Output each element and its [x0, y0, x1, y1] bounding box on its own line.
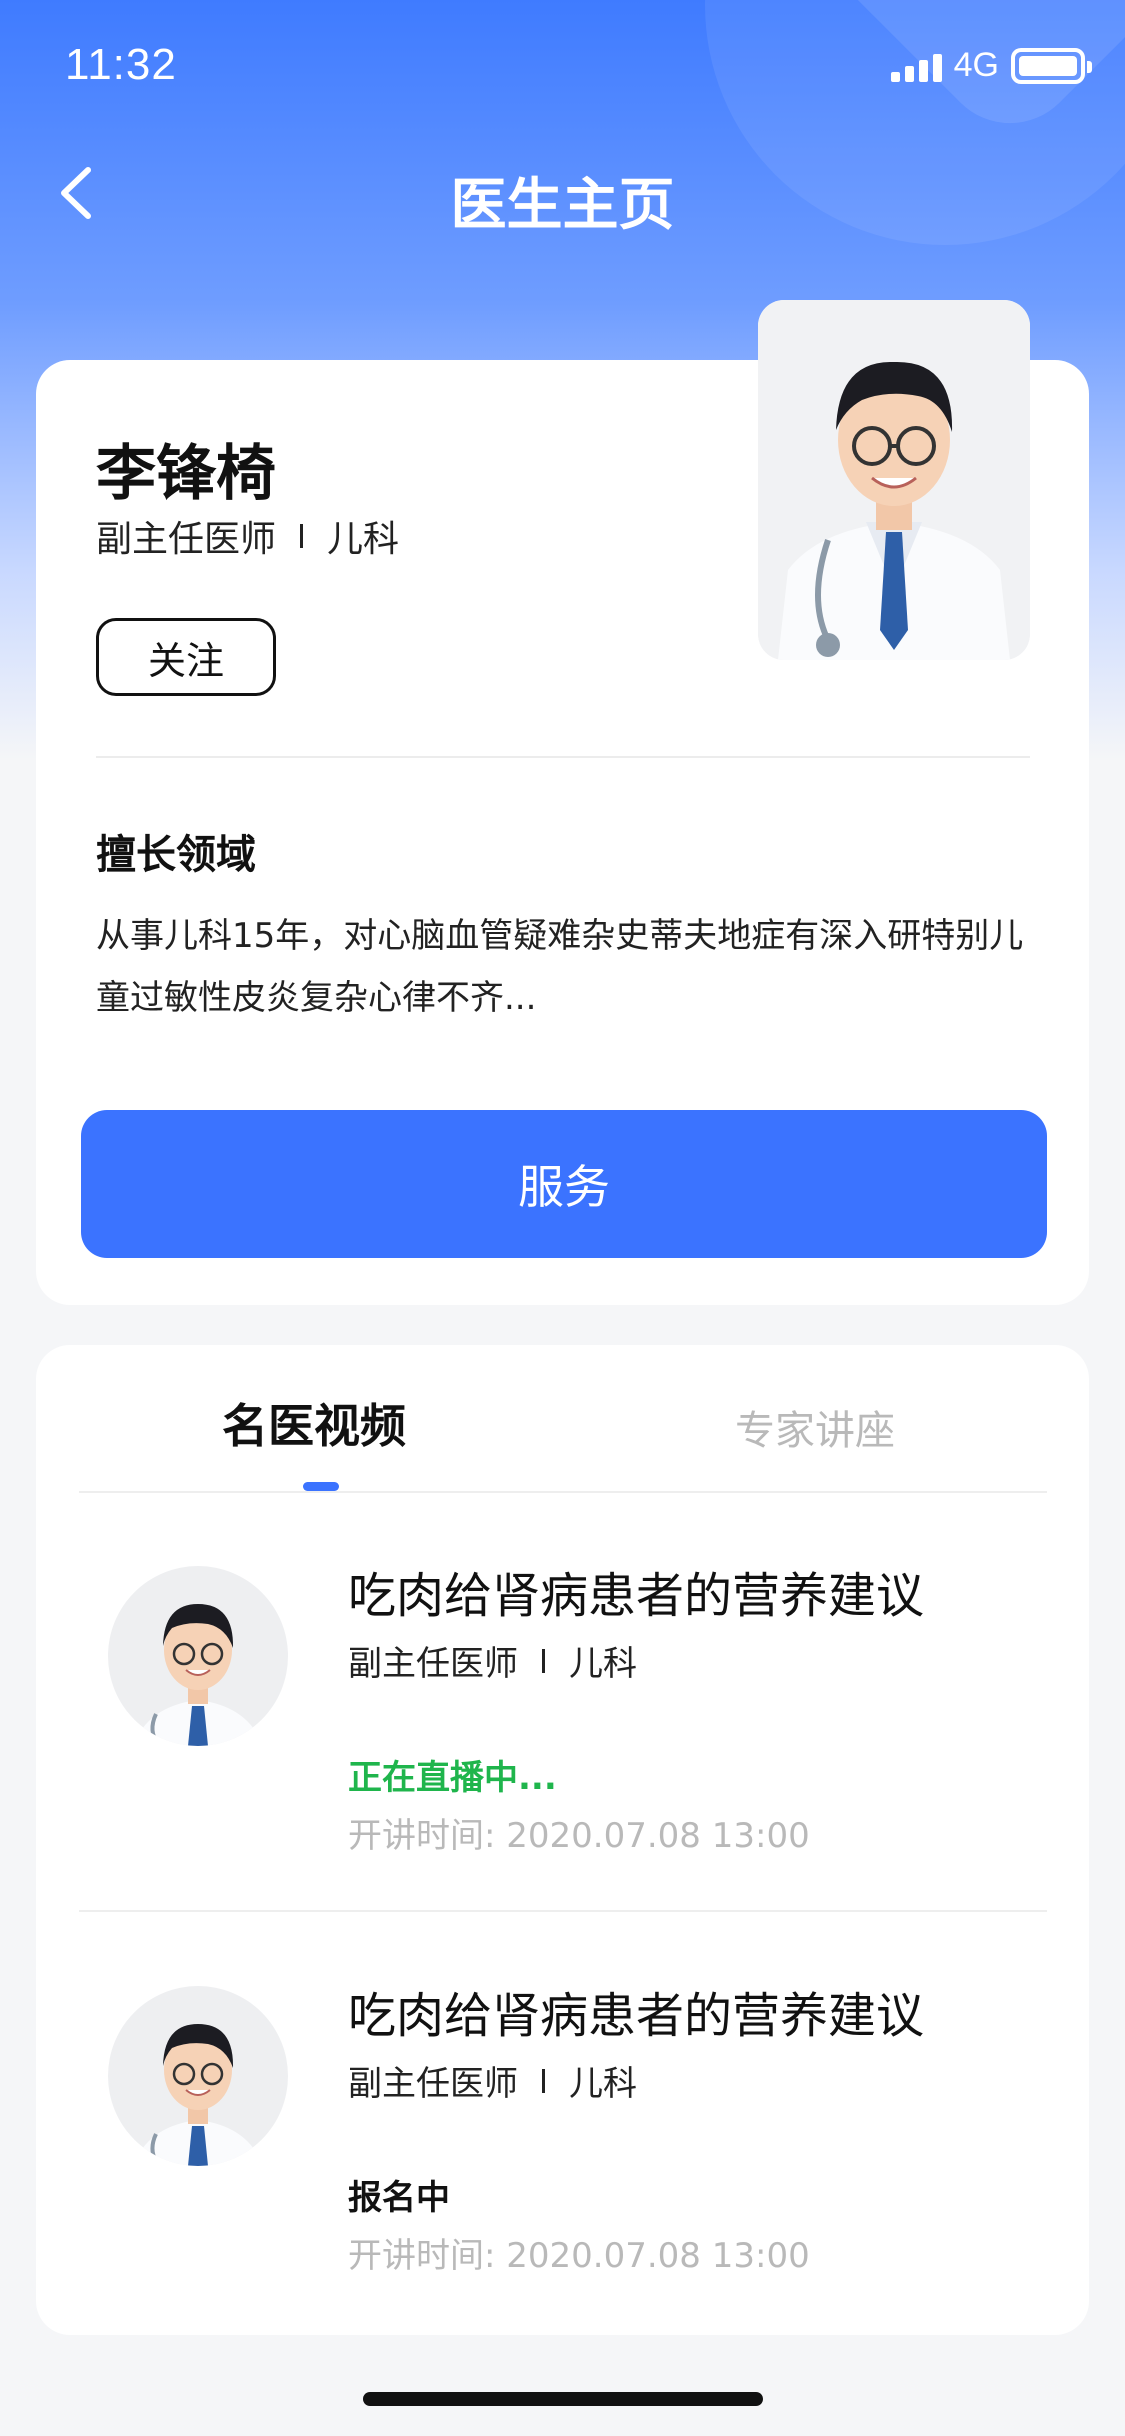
tab-famous-videos[interactable]: 名医视频: [222, 1390, 406, 1456]
specialty-text: 从事儿科15年，对心脑血管疑难杂史蒂夫地症有深入研特别儿童过敏性皮炎复杂心律不齐…: [96, 916, 1024, 1018]
video-registration-status: 报名中: [348, 2178, 450, 2218]
doctor-meta: 副主任医师 儿科: [96, 510, 399, 562]
video-title[interactable]: 吃肉给肾病患者的营养建议: [348, 1556, 924, 1626]
video-avatar[interactable]: [108, 1986, 288, 2166]
follow-button[interactable]: 关注: [96, 618, 276, 696]
active-tab-indicator: [303, 1482, 339, 1491]
video-live-status: 正在直播中...: [348, 1758, 557, 1798]
specialty-heading: 擅长领域: [96, 832, 256, 878]
video-doctor-meta: 副主任医师 儿科: [348, 1636, 637, 1685]
divider: [96, 756, 1030, 758]
tab-expert-lectures[interactable]: 专家讲座: [735, 1398, 895, 1456]
video-time: 开讲时间: 2020.07.08 13:00: [348, 1816, 810, 1856]
video-doctor-title: 副主任医师: [348, 2064, 518, 2104]
video-department: 儿科: [569, 1644, 637, 1684]
meta-separator: [300, 524, 304, 548]
doctor-photo: [758, 300, 1030, 660]
video-title[interactable]: 吃肉给肾病患者的营养建议: [348, 1976, 924, 2046]
video-time: 开讲时间: 2020.07.08 13:00: [348, 2236, 810, 2276]
signal-bars-icon: [890, 50, 942, 82]
page-title: 医生主页: [450, 173, 675, 238]
doctor-name: 李锋椅: [96, 439, 276, 509]
service-button[interactable]: 服务: [81, 1110, 1047, 1258]
doctor-department: 儿科: [327, 519, 400, 560]
video-avatar[interactable]: [108, 1566, 288, 1746]
meta-separator: [542, 1648, 545, 1673]
video-department: 儿科: [569, 2064, 637, 2104]
doctor-title: 副主任医师: [96, 519, 277, 560]
status-indicators: 4G: [890, 46, 1092, 85]
network-type: 4G: [953, 46, 999, 84]
status-time: 11:32: [65, 40, 177, 89]
list-divider: [79, 1910, 1047, 1912]
battery-level: [1019, 55, 1077, 76]
video-doctor-meta: 副主任医师 儿科: [348, 2056, 637, 2105]
tabs-divider: [79, 1491, 1047, 1493]
meta-separator: [542, 2068, 545, 2093]
home-indicator[interactable]: [363, 2392, 763, 2406]
battery-icon: [1011, 47, 1092, 84]
video-doctor-title: 副主任医师: [348, 1644, 518, 1684]
